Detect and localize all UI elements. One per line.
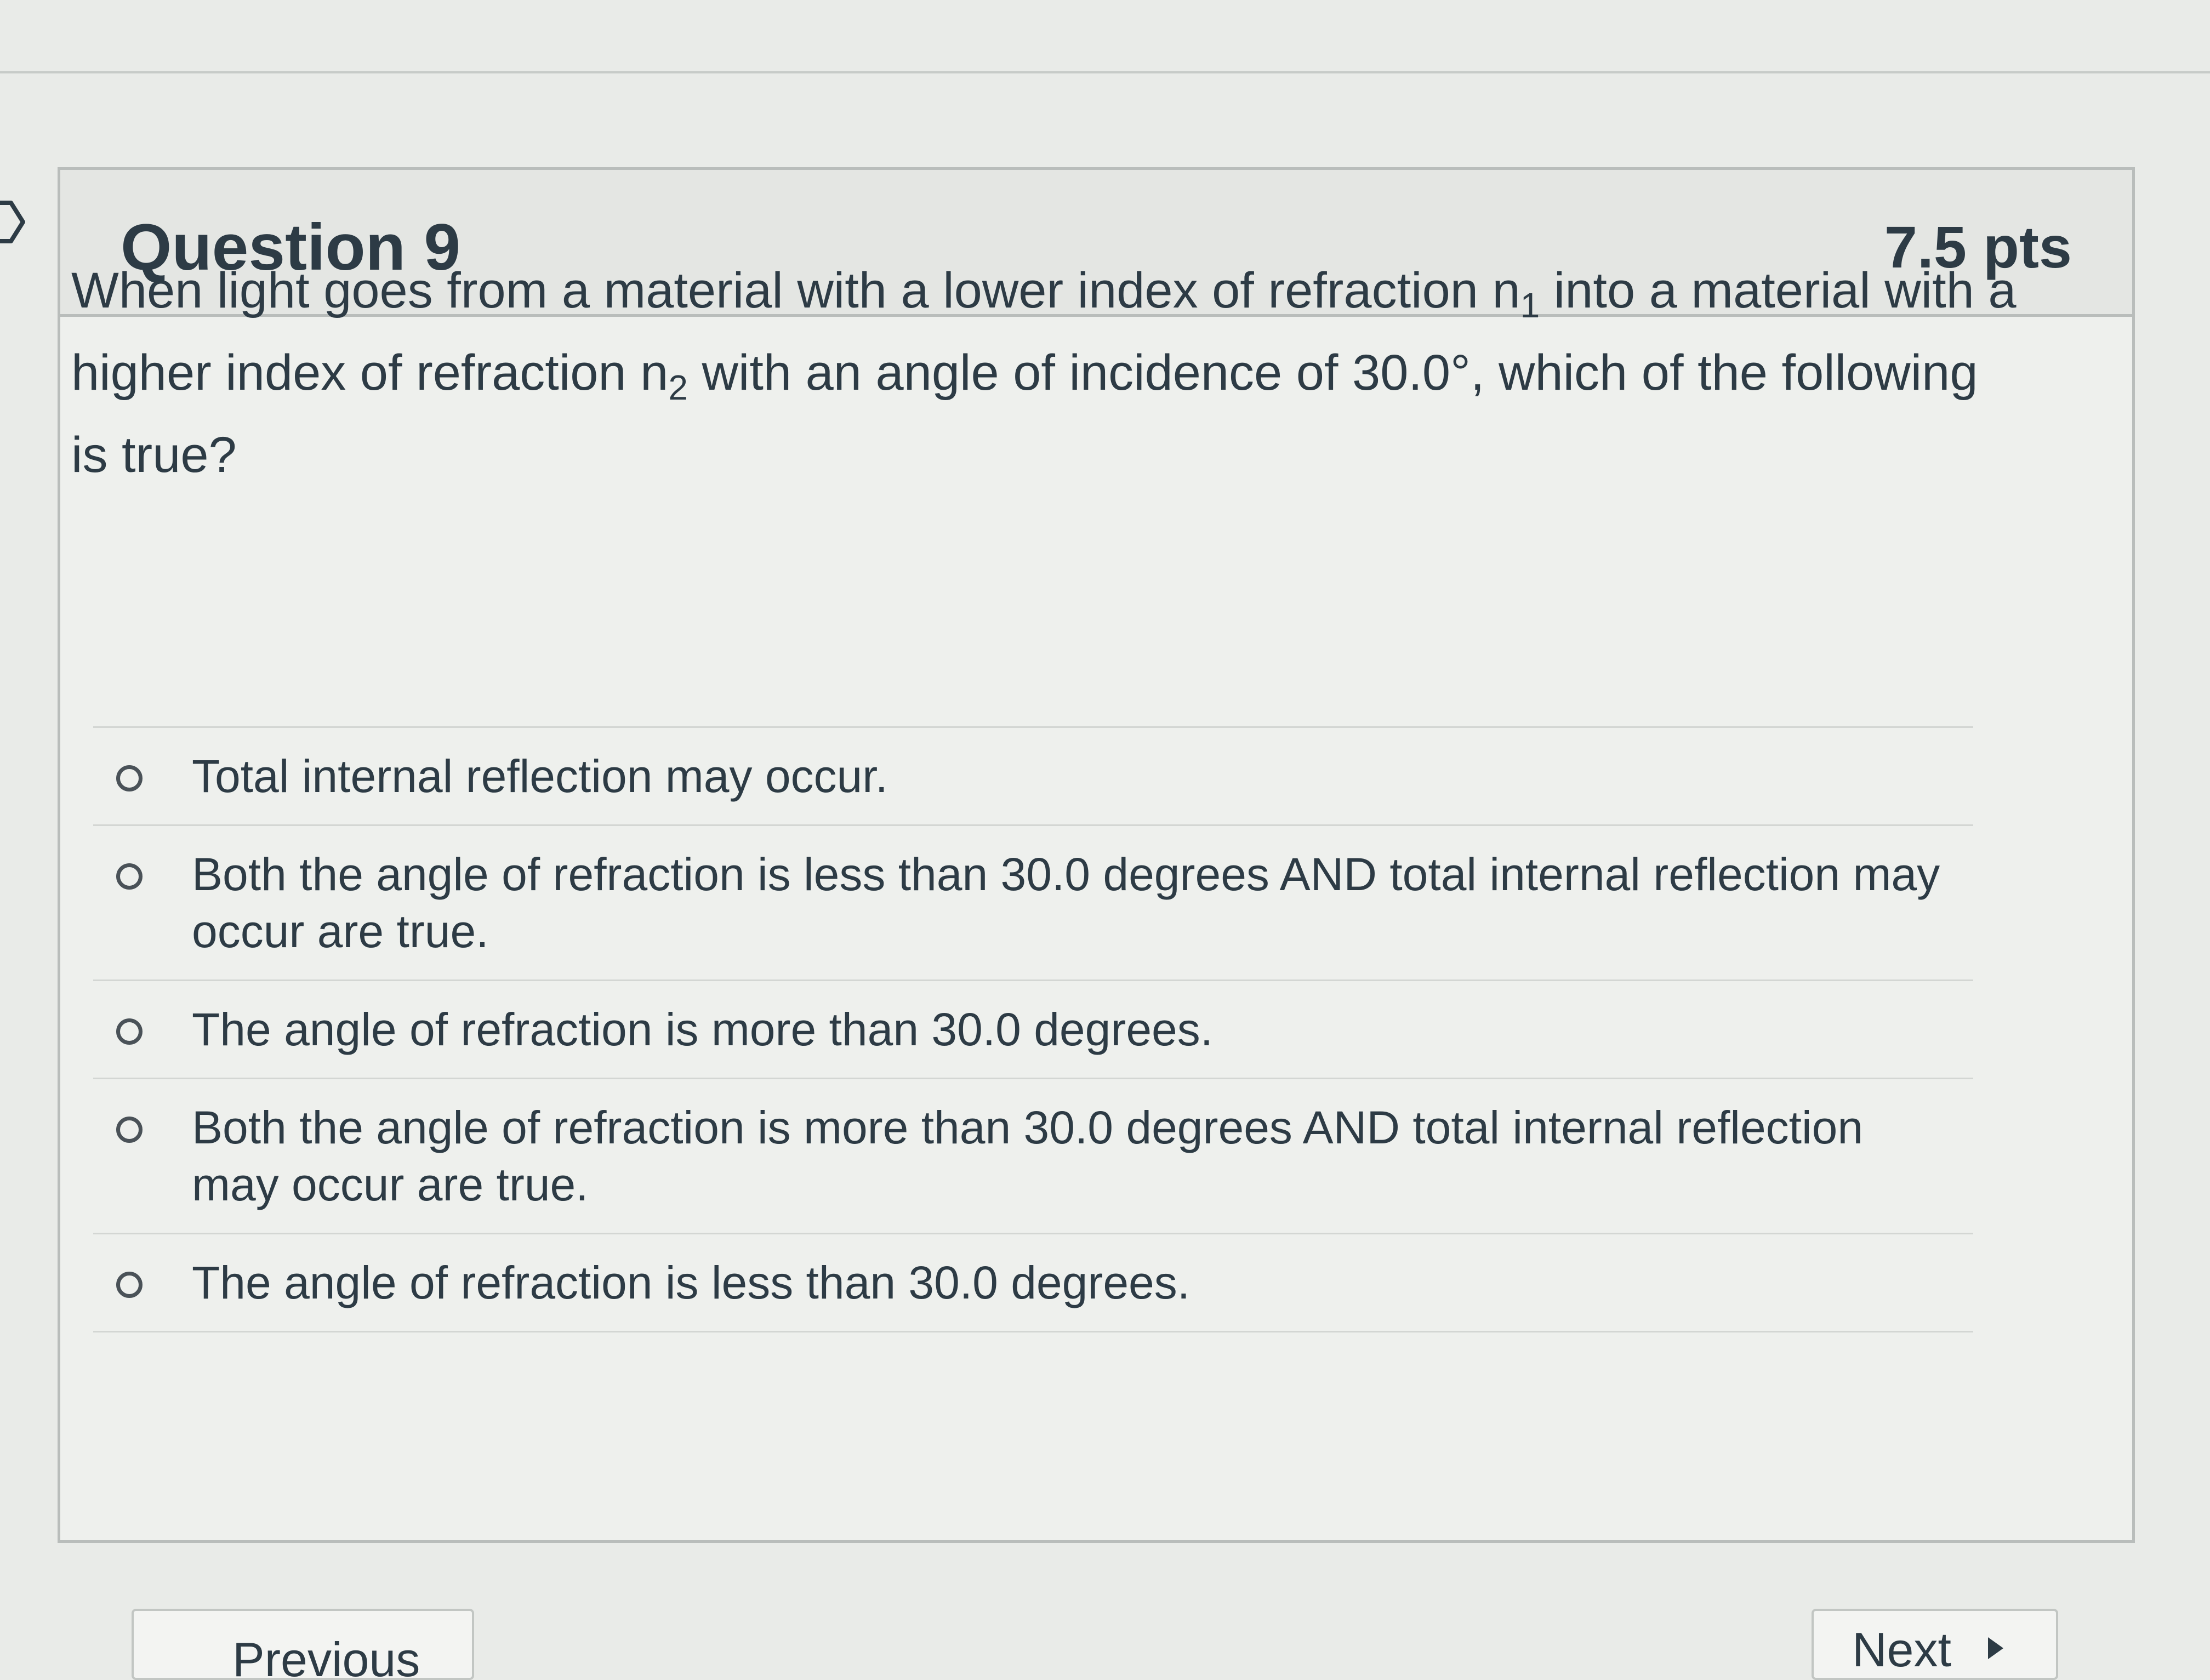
question-text: When light goes from a material with a l… [71, 249, 2023, 496]
radio-button-2[interactable] [116, 863, 143, 890]
radio-button-3[interactable] [116, 1018, 143, 1045]
question-text-part1: When light goes from a material with a l… [71, 263, 1520, 318]
next-button[interactable]: Next [1812, 1609, 2058, 1680]
caret-right-icon [1988, 1637, 2003, 1659]
answer-label-3: The angle of refraction is more than 30.… [192, 1004, 1214, 1055]
answer-label-5: The angle of refraction is less than 30.… [192, 1257, 1191, 1308]
answer-option-5[interactable]: The angle of refraction is less than 30.… [93, 1234, 1973, 1332]
subscript-2: 2 [668, 368, 688, 407]
radio-button-4[interactable] [116, 1117, 143, 1143]
answer-option-4[interactable]: Both the angle of refraction is more tha… [93, 1079, 1973, 1234]
answer-option-2[interactable]: Both the angle of refraction is less tha… [93, 826, 1973, 981]
answer-label-4: Both the angle of refraction is more tha… [192, 1102, 1864, 1210]
previous-button[interactable]: Previous [132, 1609, 474, 1680]
radio-button-1[interactable] [116, 765, 143, 791]
next-button-label: Next [1852, 1622, 1951, 1677]
answer-list: Total internal reflection may occur. Bot… [93, 726, 1973, 1332]
flag-icon[interactable] [0, 197, 27, 247]
previous-button-label: Previous [232, 1632, 420, 1680]
radio-button-5[interactable] [116, 1272, 143, 1298]
subscript-1: 1 [1520, 286, 1540, 325]
answer-label-2: Both the angle of refraction is less tha… [192, 848, 1940, 957]
top-divider [0, 71, 2210, 73]
answer-option-1[interactable]: Total internal reflection may occur. [93, 728, 1973, 826]
answer-option-3[interactable]: The angle of refraction is more than 30.… [93, 981, 1973, 1079]
answer-label-1: Total internal reflection may occur. [192, 750, 888, 802]
